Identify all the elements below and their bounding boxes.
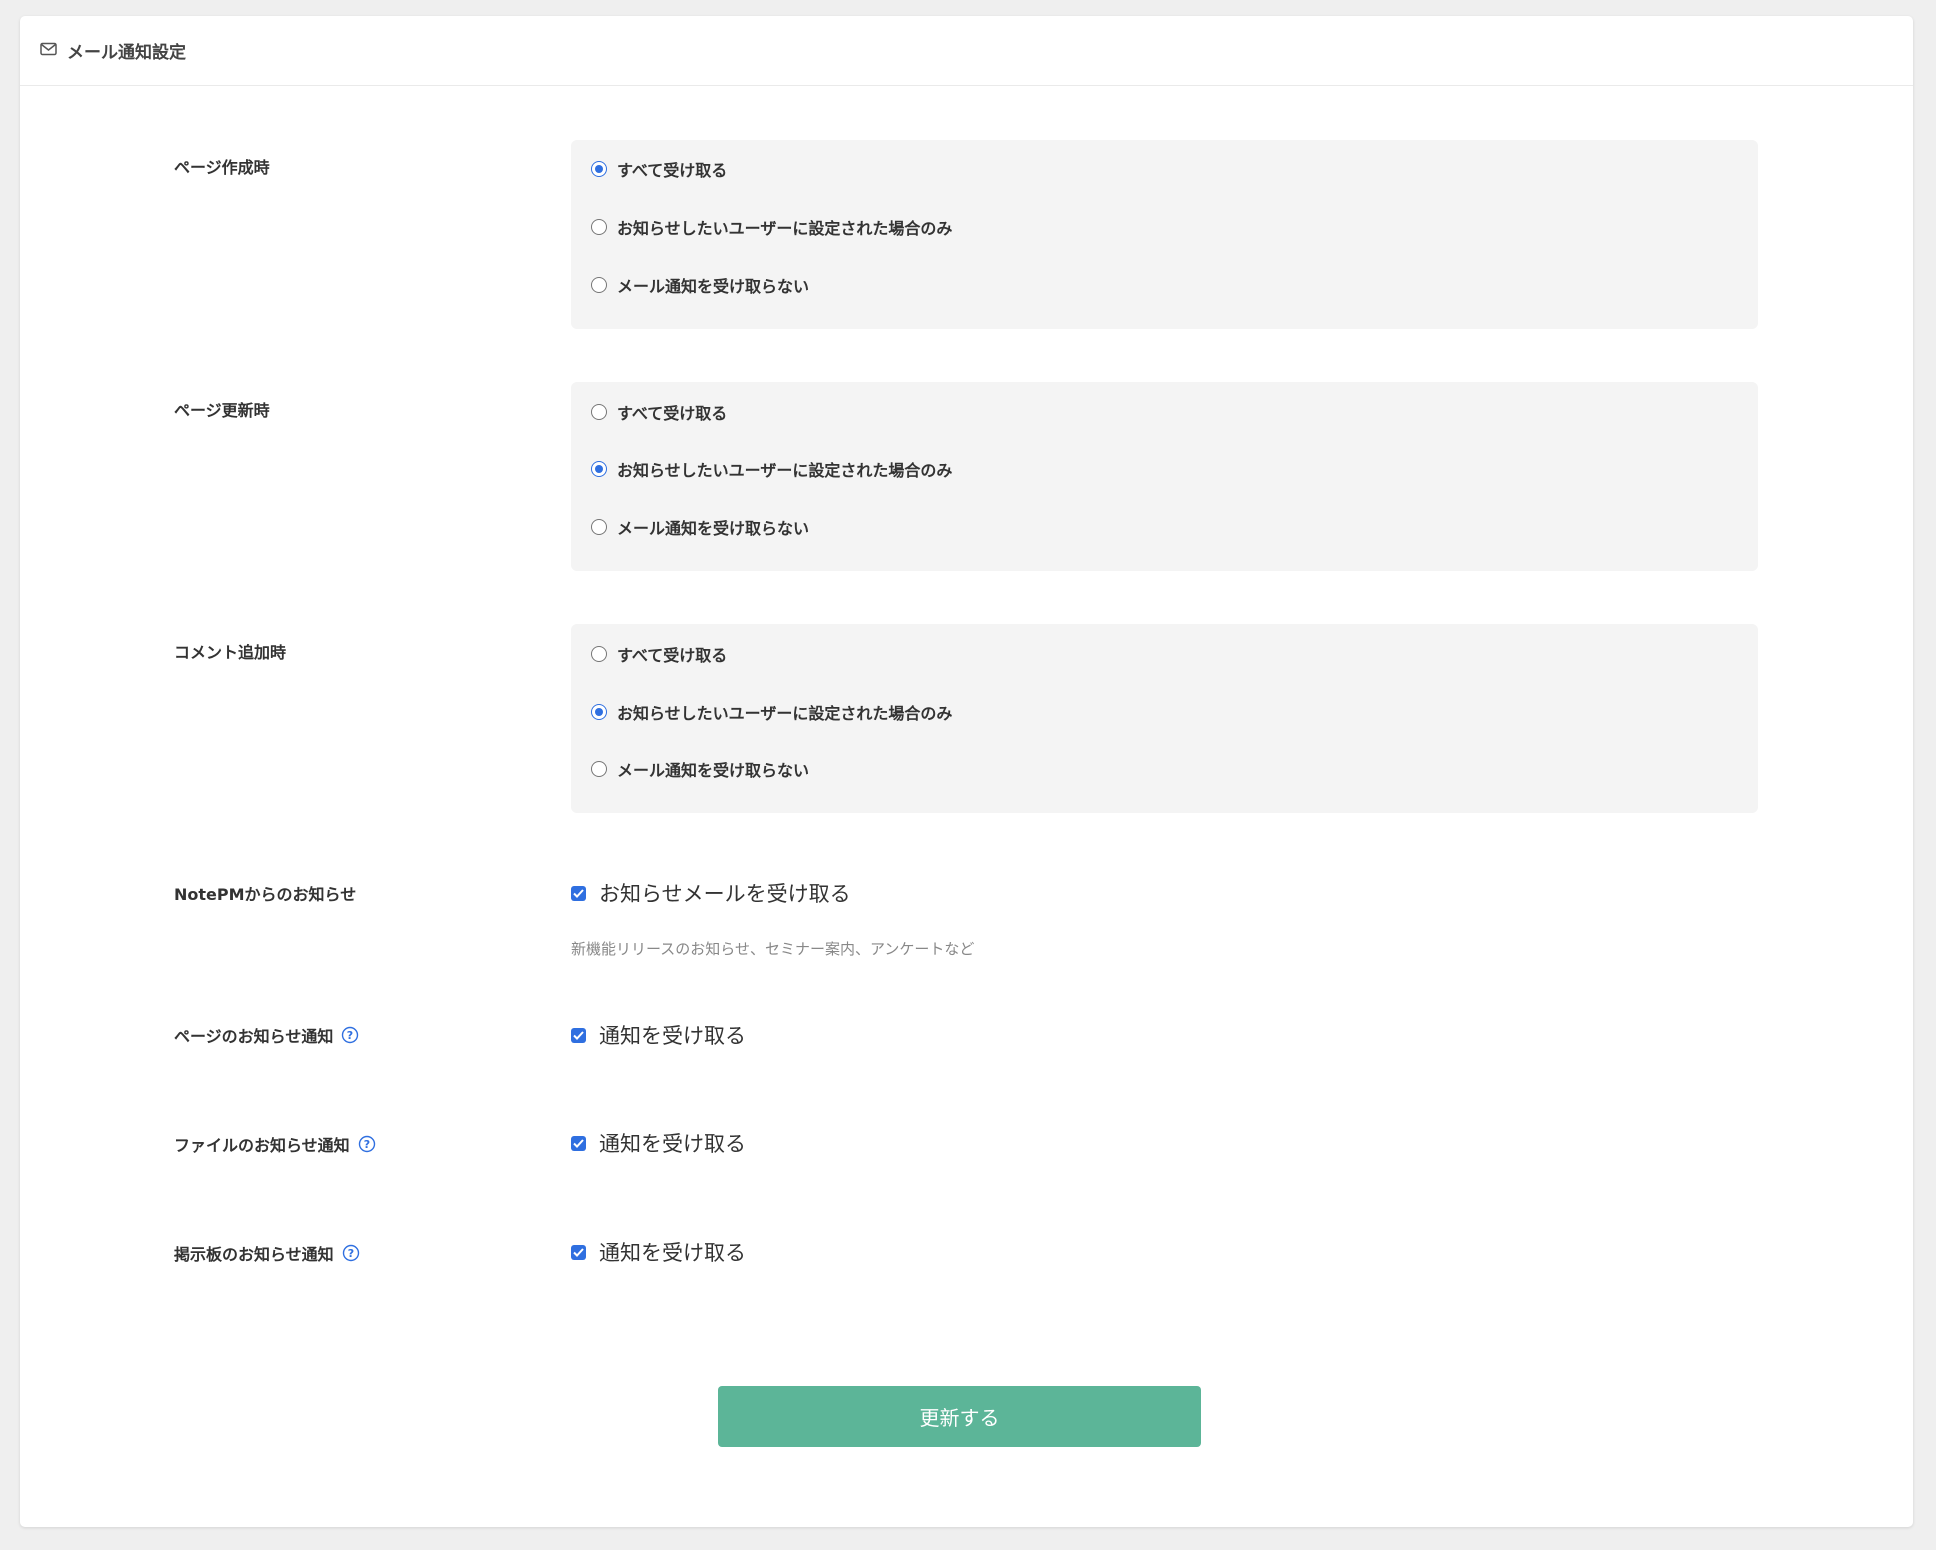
label-text: 掲示板のお知らせ通知 [174, 1245, 334, 1264]
file-notice-checkbox-row[interactable]: 通知を受け取る [571, 1128, 746, 1158]
comment-add-option-all[interactable]: すべて受け取る [591, 642, 727, 666]
radio-button[interactable] [591, 646, 607, 662]
checkbox-label: 通知を受け取る [599, 1132, 746, 1156]
comment-add-option-none[interactable]: メール通知を受け取らない [591, 757, 809, 781]
option-label: お知らせしたいユーザーに設定された場合のみ [617, 704, 953, 723]
svg-text:?: ? [363, 1138, 369, 1151]
option-label: すべて受け取る [617, 404, 728, 423]
page-update-label: ページ更新時 [174, 401, 270, 420]
checkbox-label: 通知を受け取る [599, 1024, 746, 1048]
svg-text:?: ? [347, 1029, 353, 1042]
page-update-option-none[interactable]: メール通知を受け取らない [591, 515, 809, 539]
page-update-option-all[interactable]: すべて受け取る [591, 400, 727, 424]
checkbox-label: 通知を受け取る [599, 1241, 746, 1265]
page-create-radio-group: すべて受け取る お知らせしたいユーザーに設定された場合のみ メール通知を受け取ら… [571, 140, 1758, 329]
comment-add-label: コメント追加時 [174, 643, 287, 662]
page-create-option-mentioned[interactable]: お知らせしたいユーザーに設定された場合のみ [591, 215, 952, 239]
radio-button[interactable] [591, 704, 607, 720]
radio-button[interactable] [591, 761, 607, 777]
checkbox-label: お知らせメールを受け取る [599, 882, 851, 906]
update-button[interactable]: 更新する [718, 1386, 1201, 1447]
checkbox[interactable] [571, 885, 586, 901]
notepm-news-checkbox-row[interactable]: お知らせメールを受け取る [571, 878, 851, 908]
page-create-option-all[interactable]: すべて受け取る [591, 157, 727, 181]
option-label: お知らせしたいユーザーに設定された場合のみ [617, 461, 953, 480]
file-notice-label: ファイルのお知らせ通知 ? [174, 1132, 376, 1156]
page-create-label: ページ作成時 [174, 158, 270, 177]
option-label: メール通知を受け取らない [617, 761, 810, 780]
checkbox[interactable] [571, 1244, 586, 1260]
envelope-icon [40, 41, 57, 60]
help-icon[interactable]: ? [358, 1135, 376, 1153]
page-update-radio-group: すべて受け取る お知らせしたいユーザーに設定された場合のみ メール通知を受け取ら… [571, 382, 1758, 571]
radio-button[interactable] [591, 277, 607, 293]
radio-button[interactable] [591, 461, 607, 477]
label-text: ページのお知らせ通知 [174, 1027, 334, 1046]
comment-add-radio-group: すべて受け取る お知らせしたいユーザーに設定された場合のみ メール通知を受け取ら… [571, 624, 1758, 813]
option-label: メール通知を受け取らない [617, 277, 810, 296]
page-title: メール通知設定 [67, 43, 186, 63]
page-create-option-none[interactable]: メール通知を受け取らない [591, 273, 809, 297]
radio-button[interactable] [591, 161, 607, 177]
label-text: ファイルのお知らせ通知 [174, 1136, 350, 1155]
notepm-news-hint: 新機能リリースのお知らせ、セミナー案内、アンケートなど [571, 940, 975, 958]
svg-text:?: ? [347, 1247, 353, 1260]
option-label: お知らせしたいユーザーに設定された場合のみ [617, 219, 953, 238]
page-notice-label: ページのお知らせ通知 ? [174, 1023, 359, 1047]
comment-add-option-mentioned[interactable]: お知らせしたいユーザーに設定された場合のみ [591, 700, 952, 724]
page-notice-checkbox-row[interactable]: 通知を受け取る [571, 1020, 746, 1050]
radio-button[interactable] [591, 219, 607, 235]
card-header: メール通知設定 [20, 16, 1913, 86]
option-label: すべて受け取る [617, 646, 728, 665]
help-icon[interactable]: ? [341, 1026, 359, 1044]
radio-button[interactable] [591, 519, 607, 535]
board-notice-label: 掲示板のお知らせ通知 ? [174, 1241, 360, 1265]
checkbox[interactable] [571, 1135, 586, 1151]
notepm-news-label: NotePMからのお知らせ [174, 885, 357, 904]
option-label: メール通知を受け取らない [617, 519, 810, 538]
radio-button[interactable] [591, 404, 607, 420]
checkbox[interactable] [571, 1027, 586, 1043]
help-icon[interactable]: ? [342, 1244, 360, 1262]
option-label: すべて受け取る [617, 161, 728, 180]
board-notice-checkbox-row[interactable]: 通知を受け取る [571, 1237, 746, 1267]
page-update-option-mentioned[interactable]: お知らせしたいユーザーに設定された場合のみ [591, 457, 952, 481]
email-notification-settings-card: メール通知設定 ページ作成時 すべて受け取る お知らせしたいユーザーに設定された… [20, 16, 1913, 1527]
